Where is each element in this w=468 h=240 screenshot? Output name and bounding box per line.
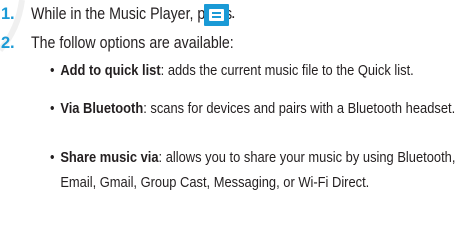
option-term: Share music via bbox=[60, 149, 159, 166]
option-add-to-quick-list: • Add to quick list: adds the current mu… bbox=[50, 58, 414, 83]
option-share-music-via: • Share music via: allows you to share y… bbox=[50, 145, 455, 195]
step-text: The follow options are available: bbox=[31, 34, 234, 52]
option-term: Add to quick list bbox=[60, 62, 161, 79]
option-description: : adds the current music file to the Qui… bbox=[160, 62, 414, 79]
menu-key-icon bbox=[204, 4, 229, 26]
option-via-bluetooth: • Via Bluetooth: scans for devices and p… bbox=[50, 96, 455, 121]
bullet: • bbox=[50, 149, 55, 166]
step-text: While in the Music Player, press bbox=[31, 5, 233, 23]
step-number: 1. bbox=[1, 5, 15, 23]
step-number: 2. bbox=[1, 34, 15, 52]
step-1-period: . bbox=[231, 4, 236, 22]
option-term: Via Bluetooth bbox=[60, 100, 144, 117]
manual-page: 1. While in the Music Player, press . 2.… bbox=[0, 0, 468, 240]
bullet: • bbox=[50, 100, 55, 117]
bullet: • bbox=[50, 62, 55, 79]
option-description: : scans for devices and pairs with a Blu… bbox=[143, 100, 456, 117]
